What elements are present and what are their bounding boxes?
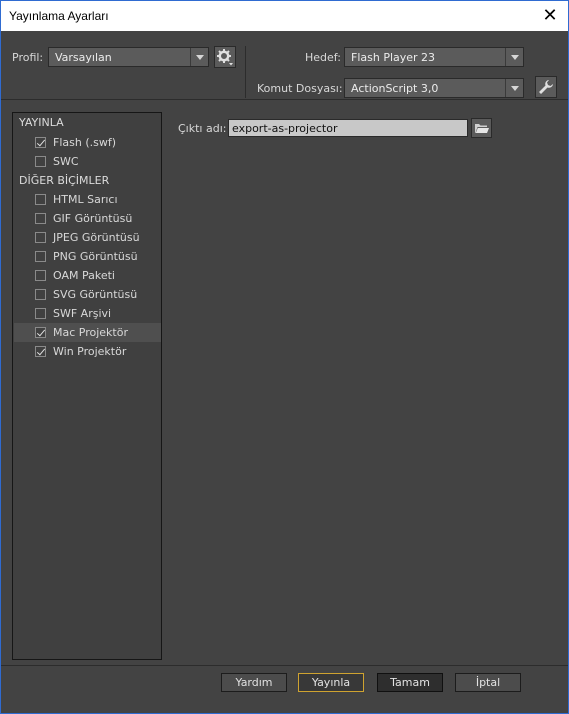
script-settings-button[interactable]: [535, 76, 557, 98]
list-item-label: GIF Görüntüsü: [53, 212, 133, 225]
profile-select[interactable]: Varsayılan: [48, 47, 209, 67]
chevron-down-icon: [505, 79, 523, 97]
list-item-swc[interactable]: SWC: [14, 152, 161, 171]
output-name-label: Çıktı adı:: [178, 122, 227, 135]
oam-checkbox[interactable]: [35, 270, 46, 281]
wrench-icon: [539, 80, 553, 94]
list-item-label: SWC: [53, 155, 79, 168]
list-item-html[interactable]: HTML Sarıcı: [14, 190, 161, 209]
list-item-gif[interactable]: GIF Görüntüsü: [14, 209, 161, 228]
profile-value: Varsayılan: [55, 51, 112, 64]
window-title: Yayınlama Ayarları: [9, 9, 109, 23]
png-checkbox[interactable]: [35, 251, 46, 262]
target-value: Flash Player 23: [351, 51, 436, 64]
list-item-png[interactable]: PNG Görüntüsü: [14, 247, 161, 266]
list-item-mac-projector[interactable]: Mac Projektör: [14, 323, 161, 342]
svg-checkbox[interactable]: [35, 289, 46, 300]
list-item-label: Win Projektör: [53, 345, 127, 358]
list-item-flash[interactable]: Flash (.swf): [14, 133, 161, 152]
gear-icon: [217, 49, 233, 66]
list-item-win-projector[interactable]: Win Projektör: [14, 342, 161, 361]
cancel-button[interactable]: İptal: [455, 673, 521, 692]
list-item-label: JPEG Görüntüsü: [53, 231, 140, 244]
header-divider: [245, 46, 246, 98]
publish-button[interactable]: Yayınla: [298, 673, 364, 692]
list-item-oam[interactable]: OAM Paketi: [14, 266, 161, 285]
script-select[interactable]: ActionScript 3,0: [344, 78, 524, 98]
list-item-label: SWF Arşivi: [53, 307, 112, 320]
list-item-label: SVG Görüntüsü: [53, 288, 138, 301]
chevron-down-icon: [505, 48, 523, 66]
swf-archive-checkbox[interactable]: [35, 308, 46, 319]
dialog-body: Profil: Varsayılan Hedef: Flash Player 2…: [0, 31, 569, 714]
swc-checkbox[interactable]: [35, 156, 46, 167]
target-select[interactable]: Flash Player 23: [344, 47, 524, 67]
output-name-input[interactable]: export-as-projector: [228, 119, 468, 137]
mac-projector-checkbox[interactable]: [35, 327, 46, 338]
list-item-svg[interactable]: SVG Görüntüsü: [14, 285, 161, 304]
list-item-label: PNG Görüntüsü: [53, 250, 138, 263]
other-formats-heading: DİĞER BİÇİMLER: [19, 174, 110, 187]
flash-checkbox[interactable]: [35, 137, 46, 148]
ok-button[interactable]: Tamam: [377, 673, 443, 692]
profile-settings-button[interactable]: [214, 46, 236, 68]
list-item-label: OAM Paketi: [53, 269, 115, 282]
list-item-swf-archive[interactable]: SWF Arşivi: [14, 304, 161, 323]
close-icon[interactable]: ✕: [538, 4, 562, 28]
browse-folder-button[interactable]: [471, 118, 492, 138]
format-list-panel: YAYINLA Flash (.swf) SWC DİĞER BİÇİMLER …: [12, 112, 162, 660]
header-separator: [1, 99, 568, 100]
window-titlebar: Yayınlama Ayarları ✕: [0, 0, 569, 31]
gif-checkbox[interactable]: [35, 213, 46, 224]
html-checkbox[interactable]: [35, 194, 46, 205]
list-item-label: HTML Sarıcı: [53, 193, 118, 206]
win-projector-checkbox[interactable]: [35, 346, 46, 357]
chevron-down-icon: [190, 48, 208, 66]
footer-separator: [1, 665, 568, 666]
list-item-label: Flash (.swf): [53, 136, 117, 149]
help-button[interactable]: Yardım: [221, 673, 287, 692]
script-value: ActionScript 3,0: [351, 82, 439, 95]
jpeg-checkbox[interactable]: [35, 232, 46, 243]
list-item-label: Mac Projektör: [53, 326, 128, 339]
list-item-jpeg[interactable]: JPEG Görüntüsü: [14, 228, 161, 247]
publish-section-heading: YAYINLA: [19, 116, 64, 129]
profile-label: Profil:: [12, 51, 44, 64]
folder-icon: [475, 124, 489, 133]
script-label: Komut Dosyası:: [257, 82, 343, 95]
target-label: Hedef:: [305, 51, 341, 64]
output-name-value: export-as-projector: [232, 122, 338, 135]
